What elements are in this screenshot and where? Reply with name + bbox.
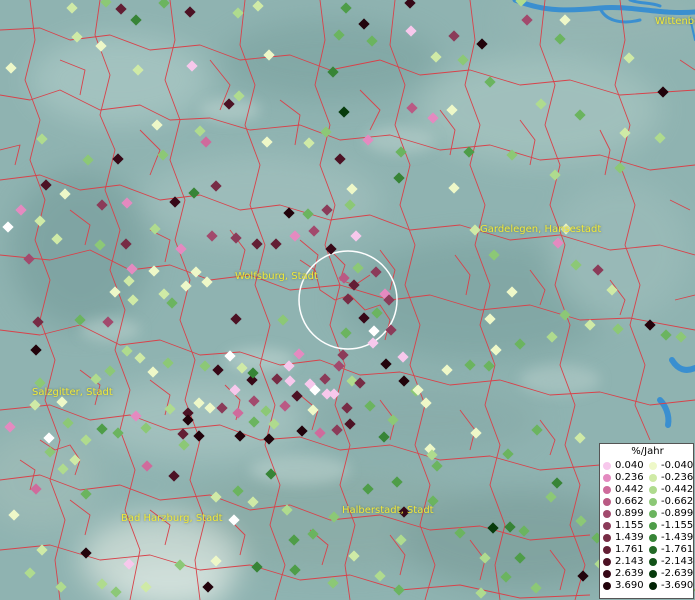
legend-swatch: [649, 534, 657, 542]
map-canvas[interactable]: Wittenbe Gardelegen, Hansestadt Wolfsbur…: [0, 0, 695, 600]
legend-swatch: [649, 582, 657, 590]
place-label-halberstadt: Halberstadt, Stadt: [342, 505, 434, 516]
legend-swatch: [603, 474, 611, 482]
place-label-bad-harzburg: Bad Harzburg, Stadt: [121, 513, 223, 524]
place-label-salzgitter: Salzgitter, Stadt: [32, 387, 113, 398]
legend-swatch: [649, 462, 657, 470]
legend-swatch: [603, 498, 611, 506]
legend: %/Jahr 0.040 0.236 0.442 0.662 0.899 1.1…: [599, 443, 694, 599]
legend-title: %/Jahr: [631, 446, 664, 457]
legend-swatch: [649, 522, 657, 530]
legend-swatch: [649, 558, 657, 566]
legend-swatch: [603, 534, 611, 542]
legend-swatch: [649, 546, 657, 554]
legend-swatch: [649, 570, 657, 578]
legend-swatch: [649, 486, 657, 494]
legend-swatch: [603, 522, 611, 530]
legend-swatch: [603, 546, 611, 554]
legend-swatch: [649, 474, 657, 482]
legend-swatch: [603, 510, 611, 518]
legend-swatch: [603, 570, 611, 578]
place-label-wolfsburg: Wolfsburg, Stadt: [235, 271, 318, 282]
place-label-gardelegen: Gardelegen, Hansestadt: [480, 224, 602, 235]
legend-swatch: [603, 462, 611, 470]
legend-swatch: [603, 558, 611, 566]
legend-swatch: [649, 510, 657, 518]
place-label-wittenberge: Wittenbe: [655, 16, 695, 27]
legend-swatch: [649, 498, 657, 506]
legend-swatch: [603, 582, 611, 590]
legend-swatch: [603, 486, 611, 494]
